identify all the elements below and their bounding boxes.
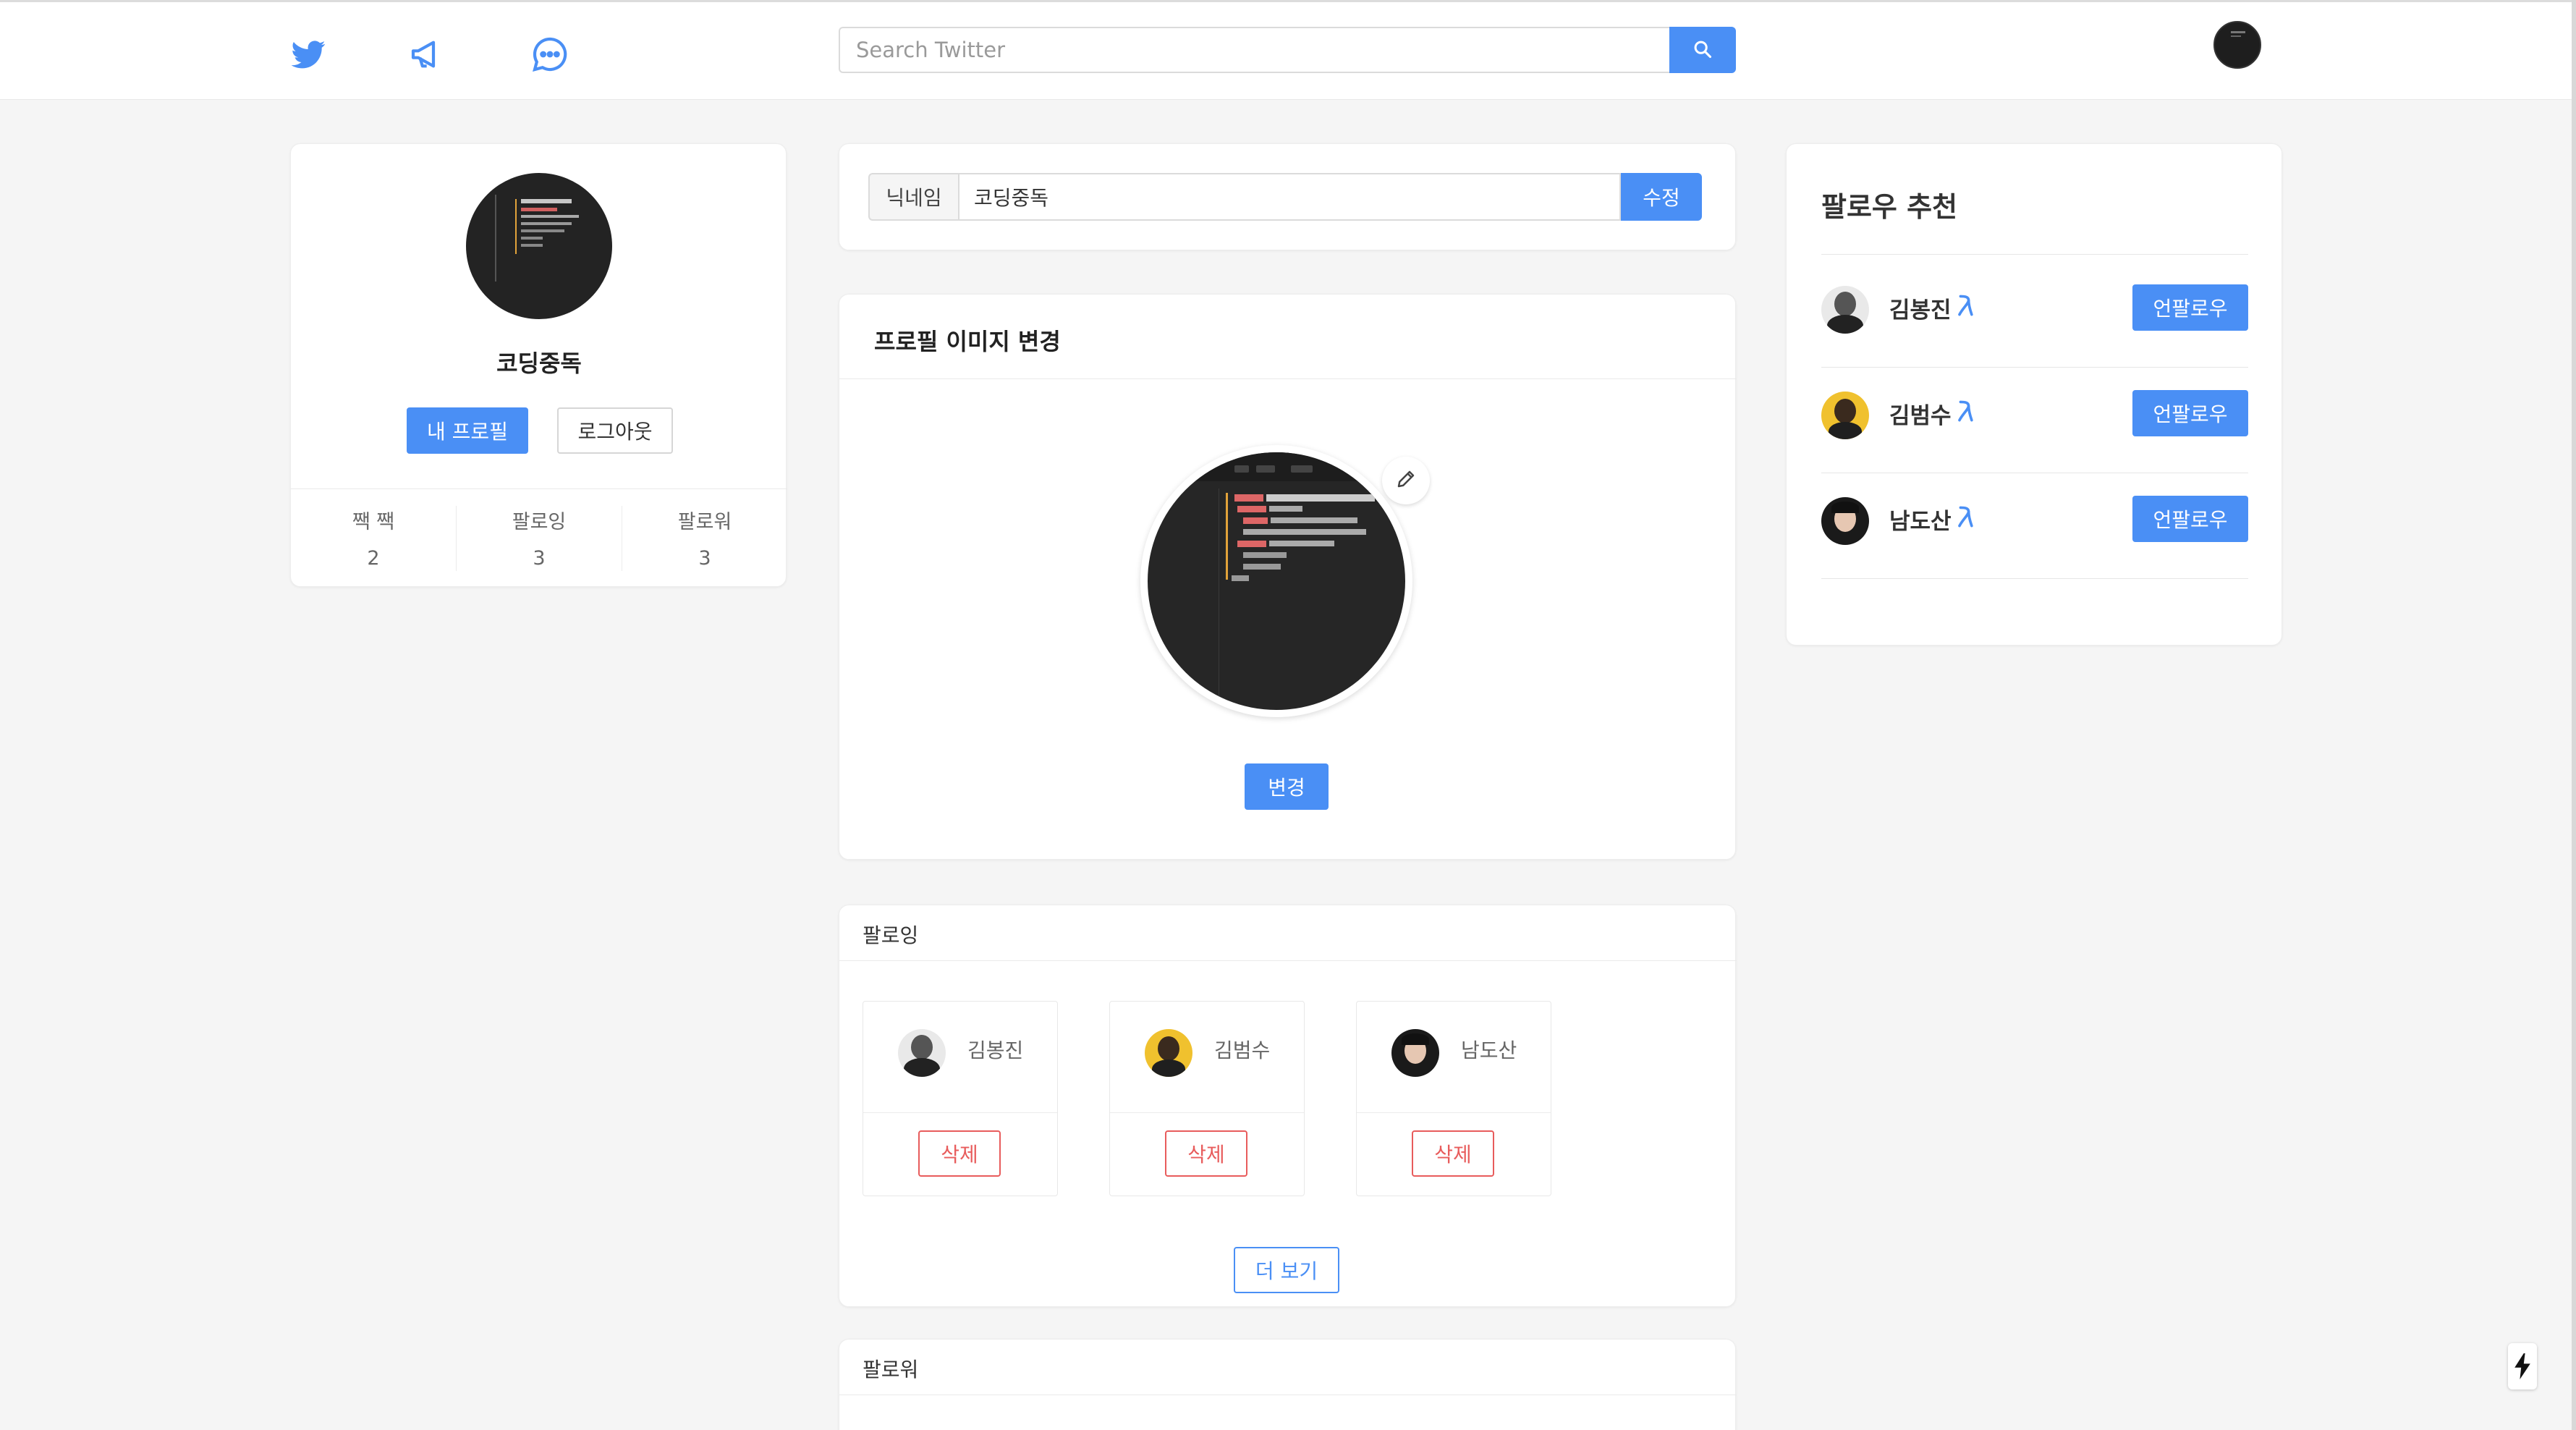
divider <box>839 960 1737 961</box>
ribbon-badge-icon <box>1954 504 1975 532</box>
profile-image-title: 프로필 이미지 변경 <box>874 328 1061 355</box>
recommend-user-row: 남도산 언팔로우 <box>1821 467 2248 572</box>
nickname-label: 닉네임 <box>868 173 958 221</box>
logout-button[interactable]: 로그아웃 <box>557 407 673 454</box>
profile-image <box>1148 452 1405 710</box>
profile-image-card: 프로필 이미지 변경 변경 <box>839 294 1737 860</box>
following-user-header[interactable]: 김범수 <box>1110 1002 1304 1113</box>
followers-title: 팔로워 <box>863 1358 919 1382</box>
edit-image-button[interactable] <box>1382 457 1430 504</box>
followers-card: 팔로워 <box>839 1339 1737 1430</box>
ribbon-badge-icon <box>1954 293 1975 321</box>
stat-label: 팔로워 <box>677 511 732 533</box>
nickname-submit-button[interactable]: 수정 <box>1621 173 1702 221</box>
avatar[interactable] <box>1821 392 1869 439</box>
lightning-bolt-icon[interactable] <box>2508 1343 2537 1389</box>
search-bar <box>839 27 1736 73</box>
megaphone-icon[interactable] <box>408 34 449 75</box>
twitter-bird-icon[interactable] <box>288 34 329 75</box>
profile-avatar <box>466 173 612 319</box>
stat-label: 팔로잉 <box>512 511 567 533</box>
search-icon <box>1692 39 1713 62</box>
change-image-button[interactable]: 변경 <box>1245 763 1329 810</box>
following-user-name: 김범수 <box>1214 1038 1271 1062</box>
recommend-title: 팔로우 추천 <box>1821 191 1958 223</box>
following-user-card: 김범수 삭제 <box>1109 1001 1305 1196</box>
following-user-header[interactable]: 남도산 <box>1357 1002 1551 1113</box>
nickname-card: 닉네임 수정 <box>839 143 1736 250</box>
nickname-input[interactable] <box>958 173 1621 221</box>
divider <box>1821 578 2248 579</box>
ribbon-badge-icon <box>1954 399 1975 426</box>
unfollow-button[interactable]: 언팔로우 <box>2132 496 2248 542</box>
stat-value: 3 <box>698 547 711 570</box>
stat-following[interactable]: 팔로잉 3 <box>457 506 622 570</box>
profile-summary-card: 코딩중독 내 프로필 로그아웃 짹 짹 2 팔로잉 3 팔로워 3 <box>290 143 787 587</box>
pencil-icon <box>1395 468 1417 493</box>
window-edge <box>2572 0 2576 1430</box>
recommend-user-row: 김범수 언팔로우 <box>1821 361 2248 467</box>
stat-value: 3 <box>533 547 546 570</box>
following-user-card: 남도산 삭제 <box>1356 1001 1551 1196</box>
following-card: 팔로잉 김봉진 삭제 김범수 삭제 남도산 삭제 더 보기 <box>839 905 1737 1307</box>
avatar <box>1391 1029 1439 1077</box>
stat-value: 2 <box>367 547 380 570</box>
follow-recommend-card: 팔로우 추천 김봉진 언팔로우 김범수 언팔로우 남도산 언팔로우 <box>1786 143 2282 646</box>
search-input[interactable] <box>839 27 1669 73</box>
chat-bubble-icon[interactable] <box>530 34 570 75</box>
divider <box>1821 254 2248 255</box>
search-button[interactable] <box>1669 27 1736 73</box>
unfollow-button[interactable]: 언팔로우 <box>2132 390 2248 436</box>
following-title: 팔로잉 <box>863 923 919 947</box>
my-profile-button[interactable]: 내 프로필 <box>407 407 528 454</box>
unfollow-button[interactable]: 언팔로우 <box>2132 284 2248 331</box>
load-more-button[interactable]: 더 보기 <box>1234 1247 1339 1293</box>
avatar <box>898 1029 946 1077</box>
recommend-user-name[interactable]: 김범수 <box>1889 397 1952 430</box>
user-avatar[interactable] <box>2213 21 2261 69</box>
recommend-user-row: 김봉진 언팔로우 <box>1821 255 2248 361</box>
following-user-name: 김봉진 <box>967 1038 1024 1062</box>
stat-tweets[interactable]: 짹 짹 2 <box>291 506 456 570</box>
avatar[interactable] <box>1821 286 1869 334</box>
avatar <box>1145 1029 1192 1077</box>
stat-followers[interactable]: 팔로워 3 <box>622 506 787 570</box>
following-user-header[interactable]: 김봉진 <box>863 1002 1057 1113</box>
following-user-name: 남도산 <box>1461 1038 1517 1062</box>
stat-label: 짹 짹 <box>352 511 395 533</box>
delete-following-button[interactable]: 삭제 <box>1165 1130 1247 1177</box>
delete-following-button[interactable]: 삭제 <box>1412 1130 1494 1177</box>
delete-following-button[interactable]: 삭제 <box>918 1130 1001 1177</box>
recommend-user-name[interactable]: 김봉진 <box>1889 292 1952 324</box>
avatar[interactable] <box>1821 497 1869 545</box>
nickname-form: 닉네임 수정 <box>868 173 1702 221</box>
following-user-card: 김봉진 삭제 <box>863 1001 1058 1196</box>
divider <box>291 488 787 489</box>
top-navbar <box>0 0 2576 100</box>
profile-name: 코딩중독 <box>496 350 582 377</box>
profile-image-preview[interactable] <box>1140 445 1412 717</box>
divider <box>839 378 1737 379</box>
recommend-user-name[interactable]: 남도산 <box>1889 503 1952 536</box>
